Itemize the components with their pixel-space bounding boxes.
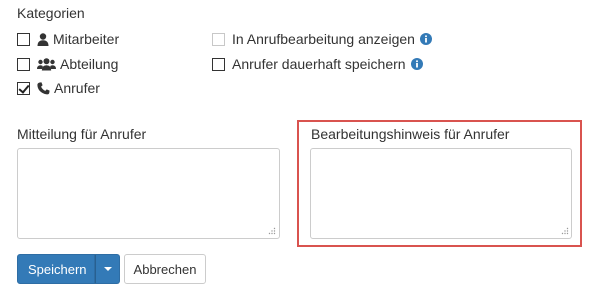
caret-down-icon [103, 267, 112, 271]
message-field-label: Mitteilung für Anrufer [17, 126, 147, 142]
anrufer-checkbox[interactable] [17, 81, 30, 95]
message-textarea[interactable] [17, 148, 280, 239]
option-show-in-call-handling[interactable]: In Anrufbearbeitung anzeigen [212, 30, 432, 48]
info-icon[interactable] [419, 33, 432, 45]
save-button-group: Speichern [17, 254, 120, 284]
category-mitarbeiter[interactable]: Mitarbeiter [17, 30, 119, 48]
note-field-label: Bearbeitungshinweis für Anrufer [311, 126, 510, 142]
categories-heading: Kategorien [17, 5, 85, 21]
category-abteilung[interactable]: Abteilung [17, 55, 118, 73]
show-in-call-handling-label: In Anrufbearbeitung anzeigen [232, 31, 415, 47]
phone-icon [37, 81, 50, 95]
note-textarea[interactable] [310, 148, 572, 239]
caller-settings-form: Kategorien Mitarbeiter Abteilung Anrufer… [0, 0, 591, 300]
category-anrufer[interactable]: Anrufer [17, 79, 100, 97]
show-in-call-handling-checkbox[interactable] [212, 32, 225, 46]
save-button[interactable]: Speichern [17, 254, 95, 284]
anrufer-label: Anrufer [54, 80, 100, 96]
user-icon [37, 32, 49, 46]
mitarbeiter-label: Mitarbeiter [53, 31, 120, 47]
abteilung-checkbox[interactable] [17, 57, 30, 71]
cancel-button[interactable]: Abbrechen [124, 254, 206, 284]
info-icon[interactable] [410, 58, 423, 70]
users-icon [37, 57, 56, 71]
option-save-caller-permanently[interactable]: Anrufer dauerhaft speichern [212, 55, 423, 73]
save-dropdown-toggle[interactable] [95, 254, 120, 284]
abteilung-label: Abteilung [60, 56, 119, 72]
save-caller-permanently-checkbox[interactable] [212, 57, 225, 71]
mitarbeiter-checkbox[interactable] [17, 32, 30, 46]
save-caller-permanently-label: Anrufer dauerhaft speichern [232, 56, 406, 72]
